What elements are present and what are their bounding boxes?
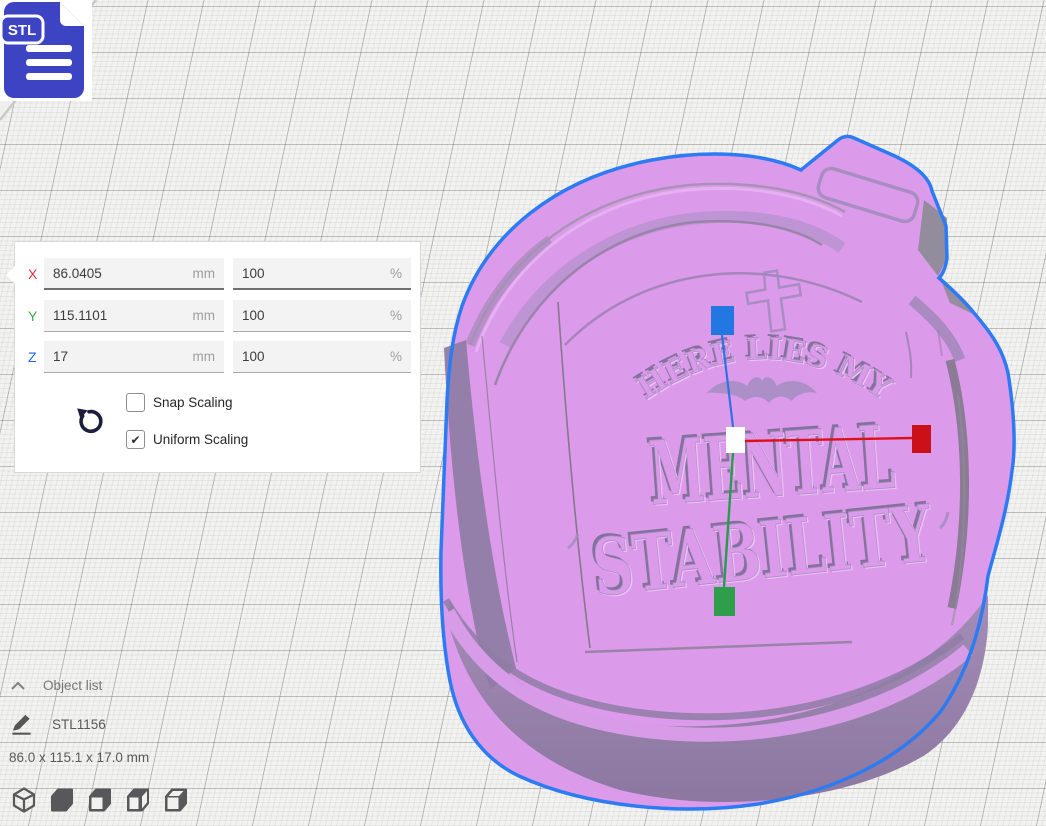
snap-scaling-row: Snap Scaling: [126, 393, 233, 412]
svg-text:STL: STL: [8, 22, 36, 39]
x-size-value: 86.0405: [53, 266, 102, 281]
snap-scaling-checkbox[interactable]: [126, 393, 145, 412]
uniform-scaling-label: Uniform Scaling: [153, 432, 248, 447]
z-scale-handle[interactable]: [711, 306, 734, 335]
edit-pencil-icon: [10, 712, 33, 736]
center-scale-handle[interactable]: [726, 427, 745, 453]
uniform-scaling-row: ✔ Uniform Scaling: [126, 430, 248, 449]
mesh-type-remove-support-button cube-corner-icon[interactable]: [125, 786, 151, 813]
y-percent-input[interactable]: 100 %: [233, 300, 411, 332]
y-scale-handle[interactable]: [714, 587, 735, 616]
panel-pointer: [6, 266, 15, 284]
uniform-check-mark: ✔: [130, 434, 140, 446]
mesh-type-normal-button cube-outline-icon[interactable]: [11, 786, 37, 813]
y-percent-unit: %: [390, 308, 402, 323]
reset-scale-button[interactable]: [73, 406, 105, 438]
x-scale-handle[interactable]: [912, 425, 931, 453]
scale-row-z: Z 17 mm 100 %: [15, 341, 420, 373]
z-size-input[interactable]: 17 mm: [44, 341, 224, 373]
mesh-type-support-button cube-solid-icon[interactable]: [49, 786, 75, 813]
object-list-title: Object list: [43, 678, 102, 693]
z-percent-value: 100: [242, 349, 265, 364]
stl-file-badge: STL: [0, 0, 92, 101]
y-size-input[interactable]: 115.1101 mm: [44, 300, 224, 332]
object-list-item[interactable]: STL1156: [10, 712, 106, 736]
z-percent-unit: %: [390, 349, 402, 364]
y-size-value: 115.1101: [53, 308, 107, 323]
z-percent-input[interactable]: 100 %: [233, 341, 411, 373]
stl-document-icon: STL: [0, 0, 92, 101]
x-percent-input[interactable]: 100 %: [233, 258, 411, 290]
scale-row-y: Y 115.1101 mm 100 %: [15, 300, 420, 332]
x-percent-value: 100: [242, 266, 265, 281]
x-size-unit: mm: [193, 266, 216, 281]
chevron-up-icon: [10, 680, 26, 692]
object-dimensions: 86.0 x 115.1 x 17.0 mm: [9, 750, 149, 765]
uniform-scaling-checkbox[interactable]: ✔: [126, 430, 145, 449]
object-name: STL1156: [52, 717, 106, 732]
mesh-type-toolbar: [11, 786, 189, 813]
mesh-type-anti-overhang-button cube-open-top-icon[interactable]: [163, 786, 189, 813]
scale-tool-panel: X 86.0405 mm 100 % Y 115.1101 mm 100 % Z: [14, 241, 421, 473]
z-size-unit: mm: [193, 349, 216, 364]
object-list-header[interactable]: Object list: [10, 678, 102, 693]
snap-scaling-label: Snap Scaling: [153, 395, 233, 410]
3d-viewport[interactable]: HERE LIES MY HERE LIES MY HERE LIES MY M…: [0, 0, 1046, 826]
x-percent-unit: %: [390, 266, 402, 281]
y-size-unit: mm: [193, 308, 216, 323]
mesh-type-intersect-button cube-front-face-icon[interactable]: [87, 786, 113, 813]
scale-row-x: X 86.0405 mm 100 %: [15, 258, 420, 290]
y-percent-value: 100: [242, 308, 265, 323]
x-size-input[interactable]: 86.0405 mm: [44, 258, 224, 290]
reset-arrow-icon: [73, 406, 105, 438]
z-size-value: 17: [53, 349, 68, 364]
